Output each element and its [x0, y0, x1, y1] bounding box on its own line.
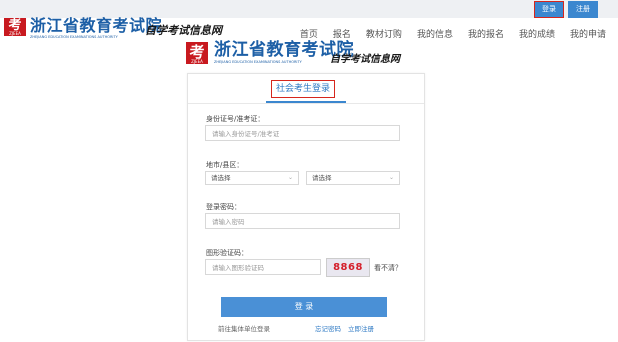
group-login-link[interactable]: 前往集体单位登录: [218, 323, 270, 333]
nav-item-my-scores[interactable]: 我的成绩: [519, 27, 555, 40]
center-logo-icon: 考 ZJEEA: [186, 42, 208, 64]
site-subtitle: 自学考试信息网: [145, 24, 222, 37]
tab-social-candidate-login[interactable]: 社会考生登录: [270, 80, 336, 98]
id-label: 身份证号/准考证：: [206, 115, 265, 123]
login-card: 社会考生登录 身份证号/准考证： 请输入身份证号/准考证 地市/县区： 请选择 ⌄…: [187, 73, 425, 341]
logo-small-text: ZJEEA: [9, 31, 21, 36]
captcha-label: 图形验证码：: [206, 249, 248, 257]
brand-english-name: ZHEJIANG EDUCATION EXAMINATIONS AUTHORIT…: [30, 35, 118, 39]
forgot-password-link[interactable]: 忘记密码: [315, 323, 341, 333]
password-label: 登录密码：: [206, 203, 241, 211]
center-subtitle: 自学考试信息网: [330, 54, 400, 65]
main-nav: 首页 报名 教材订购 我的信息 我的报名 我的成绩 我的申请: [285, 27, 606, 40]
login-button[interactable]: 登录: [534, 1, 564, 18]
captcha-refresh-link[interactable]: 看不清？: [374, 263, 402, 273]
id-input[interactable]: 请输入身份证号/准考证: [205, 125, 400, 141]
register-button[interactable]: 注册: [568, 1, 598, 18]
nav-item-home[interactable]: 首页: [300, 27, 318, 40]
county-select-value: 请选择: [312, 174, 332, 182]
chevron-down-icon: ⌄: [388, 174, 394, 181]
logo-icon[interactable]: 考 ZJEEA: [4, 18, 26, 36]
region-label: 地市/县区：: [206, 161, 244, 169]
submit-login-button[interactable]: 登 录: [221, 297, 387, 317]
password-input[interactable]: 请输入密码: [205, 213, 400, 229]
city-select-value: 请选择: [211, 174, 231, 182]
captcha-input[interactable]: 请输入图形验证码: [205, 259, 321, 275]
county-select[interactable]: 请选择 ⌄: [306, 171, 400, 185]
brand-name: 浙江省教育考试院: [30, 16, 163, 35]
divider: [188, 103, 424, 104]
nav-item-textbook-order[interactable]: 教材订购: [366, 27, 402, 40]
nav-item-my-info[interactable]: 我的信息: [417, 27, 453, 40]
chevron-down-icon: ⌄: [287, 174, 293, 181]
register-now-link[interactable]: 立即注册: [348, 323, 374, 333]
captcha-image[interactable]: 8868: [326, 258, 370, 277]
nav-item-my-registration[interactable]: 我的报名: [468, 27, 504, 40]
center-logo-small-text: ZJEEA: [191, 59, 203, 64]
nav-item-signup[interactable]: 报名: [333, 27, 351, 40]
brand[interactable]: 浙江省教育考试院 ZHEJIANG EDUCATION EXAMINATIONS…: [30, 16, 163, 40]
city-select[interactable]: 请选择 ⌄: [205, 171, 299, 185]
nav-item-my-applications[interactable]: 我的申请: [570, 27, 606, 40]
